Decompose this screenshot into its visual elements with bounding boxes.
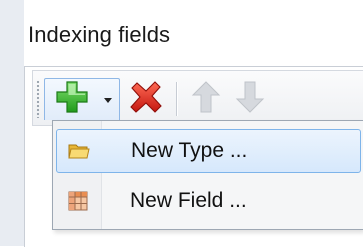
move-up-button[interactable]	[184, 78, 228, 120]
add-dropdown-button[interactable]	[98, 80, 118, 120]
toolbar-grip[interactable]	[36, 80, 40, 118]
add-button[interactable]	[46, 80, 98, 120]
menu-item-label: New Type ...	[131, 139, 248, 162]
table-grid-icon	[56, 179, 100, 223]
green-plus-icon	[55, 80, 89, 119]
add-split-button[interactable]	[44, 78, 120, 120]
move-down-button[interactable]	[228, 78, 272, 120]
menu-item-label: New Field ...	[130, 189, 247, 212]
up-arrow-icon	[191, 80, 221, 119]
toolbar-separator	[176, 82, 177, 116]
add-dropdown-menu: New Type ... New Field ...	[52, 120, 363, 230]
menu-item-new-field[interactable]: New Field ...	[56, 179, 361, 223]
dropdown-arrow-icon	[104, 91, 112, 109]
menu-item-new-type[interactable]: New Type ...	[56, 129, 361, 173]
down-arrow-icon	[235, 80, 265, 119]
folder-icon	[57, 129, 101, 173]
left-strip	[0, 0, 24, 246]
red-x-icon	[128, 79, 164, 120]
delete-button[interactable]	[122, 78, 170, 120]
panel-title: Indexing fields	[28, 22, 171, 47]
